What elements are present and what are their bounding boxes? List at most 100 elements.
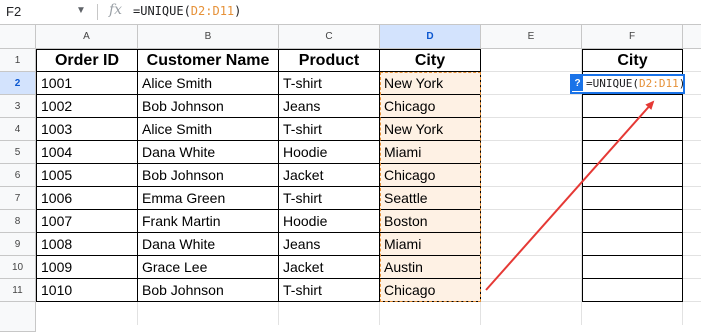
- empty-cell[interactable]: [481, 164, 582, 187]
- output-cell[interactable]: [582, 233, 683, 256]
- output-cell[interactable]: [582, 95, 683, 118]
- table-cell[interactable]: Jeans: [279, 233, 380, 256]
- table-cell[interactable]: Alice Smith: [138, 72, 279, 95]
- name-box-dropdown-icon[interactable]: ▼: [76, 5, 86, 16]
- empty-cell[interactable]: [683, 95, 701, 118]
- select-all-corner[interactable]: [0, 25, 36, 49]
- empty-cell[interactable]: [481, 279, 582, 302]
- row-header-10[interactable]: 10: [0, 256, 36, 279]
- empty-cell[interactable]: [481, 256, 582, 279]
- empty-cell[interactable]: [481, 187, 582, 210]
- column-header-c[interactable]: C: [279, 25, 380, 49]
- column-header-a[interactable]: A: [36, 25, 138, 49]
- table-cell[interactable]: 1001: [36, 72, 138, 95]
- table-cell[interactable]: 1003: [36, 118, 138, 141]
- empty-cell[interactable]: [683, 279, 701, 302]
- row-header-2[interactable]: 2: [0, 72, 36, 95]
- table-header-cell[interactable]: Product: [279, 49, 380, 72]
- column-header-b[interactable]: B: [138, 25, 279, 49]
- column-header-e[interactable]: E: [481, 25, 582, 49]
- table-cell[interactable]: 1004: [36, 141, 138, 164]
- name-box[interactable]: F2: [6, 4, 21, 19]
- table-cell[interactable]: New York: [380, 72, 481, 95]
- empty-cell[interactable]: [683, 210, 701, 233]
- empty-cell[interactable]: [683, 256, 701, 279]
- table-cell[interactable]: T-shirt: [279, 72, 380, 95]
- empty-cell[interactable]: [481, 95, 582, 118]
- table-cell[interactable]: Dana White: [138, 233, 279, 256]
- table-cell[interactable]: Austin: [380, 256, 481, 279]
- table-cell[interactable]: Emma Green: [138, 187, 279, 210]
- table-cell[interactable]: Chicago: [380, 164, 481, 187]
- output-cell[interactable]: [582, 141, 683, 164]
- empty-cell[interactable]: [683, 118, 701, 141]
- row-header-1[interactable]: 1: [0, 49, 36, 72]
- row-header-4[interactable]: 4: [0, 118, 36, 141]
- table-header-cell[interactable]: Order ID: [36, 49, 138, 72]
- table-cell[interactable]: 1002: [36, 95, 138, 118]
- empty-cell[interactable]: [279, 302, 380, 325]
- empty-cell[interactable]: [138, 302, 279, 325]
- table-cell[interactable]: Bob Johnson: [138, 279, 279, 302]
- table-cell[interactable]: 1008: [36, 233, 138, 256]
- empty-cell[interactable]: [683, 233, 701, 256]
- empty-cell[interactable]: [481, 118, 582, 141]
- table-header-cell[interactable]: Customer Name: [138, 49, 279, 72]
- table-cell[interactable]: Bob Johnson: [138, 95, 279, 118]
- empty-cell[interactable]: [683, 187, 701, 210]
- table-cell[interactable]: Boston: [380, 210, 481, 233]
- table-cell[interactable]: Jeans: [279, 95, 380, 118]
- row-header-8[interactable]: 8: [0, 210, 36, 233]
- output-cell[interactable]: [582, 210, 683, 233]
- empty-cell[interactable]: [36, 302, 138, 325]
- table-cell[interactable]: Bob Johnson: [138, 164, 279, 187]
- table-cell[interactable]: T-shirt: [279, 187, 380, 210]
- table-cell[interactable]: Jacket: [279, 164, 380, 187]
- table-cell[interactable]: 1006: [36, 187, 138, 210]
- column-header-f[interactable]: F: [582, 25, 683, 49]
- output-cell[interactable]: [582, 118, 683, 141]
- row-header-5[interactable]: 5: [0, 141, 36, 164]
- table-cell[interactable]: Miami: [380, 233, 481, 256]
- table-cell[interactable]: Frank Martin: [138, 210, 279, 233]
- empty-cell[interactable]: [683, 72, 701, 95]
- table-cell[interactable]: Miami: [380, 141, 481, 164]
- cell-formula-editor[interactable]: ? =UNIQUE(D2:D11): [570, 74, 685, 94]
- table-cell[interactable]: Alice Smith: [138, 118, 279, 141]
- column-header-d[interactable]: D: [380, 25, 481, 49]
- table-cell[interactable]: Chicago: [380, 279, 481, 302]
- empty-cell[interactable]: [683, 141, 701, 164]
- empty-cell[interactable]: [481, 302, 582, 325]
- table-cell[interactable]: Hoodie: [279, 141, 380, 164]
- row-header-11[interactable]: 11: [0, 279, 36, 302]
- row-header-6[interactable]: 6: [0, 164, 36, 187]
- empty-cell[interactable]: [481, 141, 582, 164]
- table-cell[interactable]: Chicago: [380, 95, 481, 118]
- table-cell[interactable]: T-shirt: [279, 118, 380, 141]
- empty-cell[interactable]: [683, 164, 701, 187]
- row-header-7[interactable]: 7: [0, 187, 36, 210]
- output-cell[interactable]: [582, 279, 683, 302]
- table-cell[interactable]: 1009: [36, 256, 138, 279]
- table-cell[interactable]: Hoodie: [279, 210, 380, 233]
- table-cell[interactable]: T-shirt: [279, 279, 380, 302]
- empty-cell[interactable]: [582, 302, 683, 325]
- table-header-cell[interactable]: City: [380, 49, 481, 72]
- table-cell[interactable]: Jacket: [279, 256, 380, 279]
- table-cell[interactable]: New York: [380, 118, 481, 141]
- empty-cell[interactable]: [683, 49, 701, 72]
- table-cell[interactable]: Grace Lee: [138, 256, 279, 279]
- output-header-cell[interactable]: City: [582, 49, 683, 72]
- table-cell[interactable]: Seattle: [380, 187, 481, 210]
- empty-cell[interactable]: [481, 49, 582, 72]
- output-cell[interactable]: [582, 164, 683, 187]
- table-cell[interactable]: 1010: [36, 279, 138, 302]
- output-cell[interactable]: [582, 187, 683, 210]
- output-cell[interactable]: [582, 256, 683, 279]
- row-header-3[interactable]: 3: [0, 95, 36, 118]
- empty-cell[interactable]: [380, 302, 481, 325]
- row-header-9[interactable]: 9: [0, 233, 36, 256]
- table-cell[interactable]: 1007: [36, 210, 138, 233]
- empty-cell[interactable]: [481, 210, 582, 233]
- empty-cell[interactable]: [481, 72, 582, 95]
